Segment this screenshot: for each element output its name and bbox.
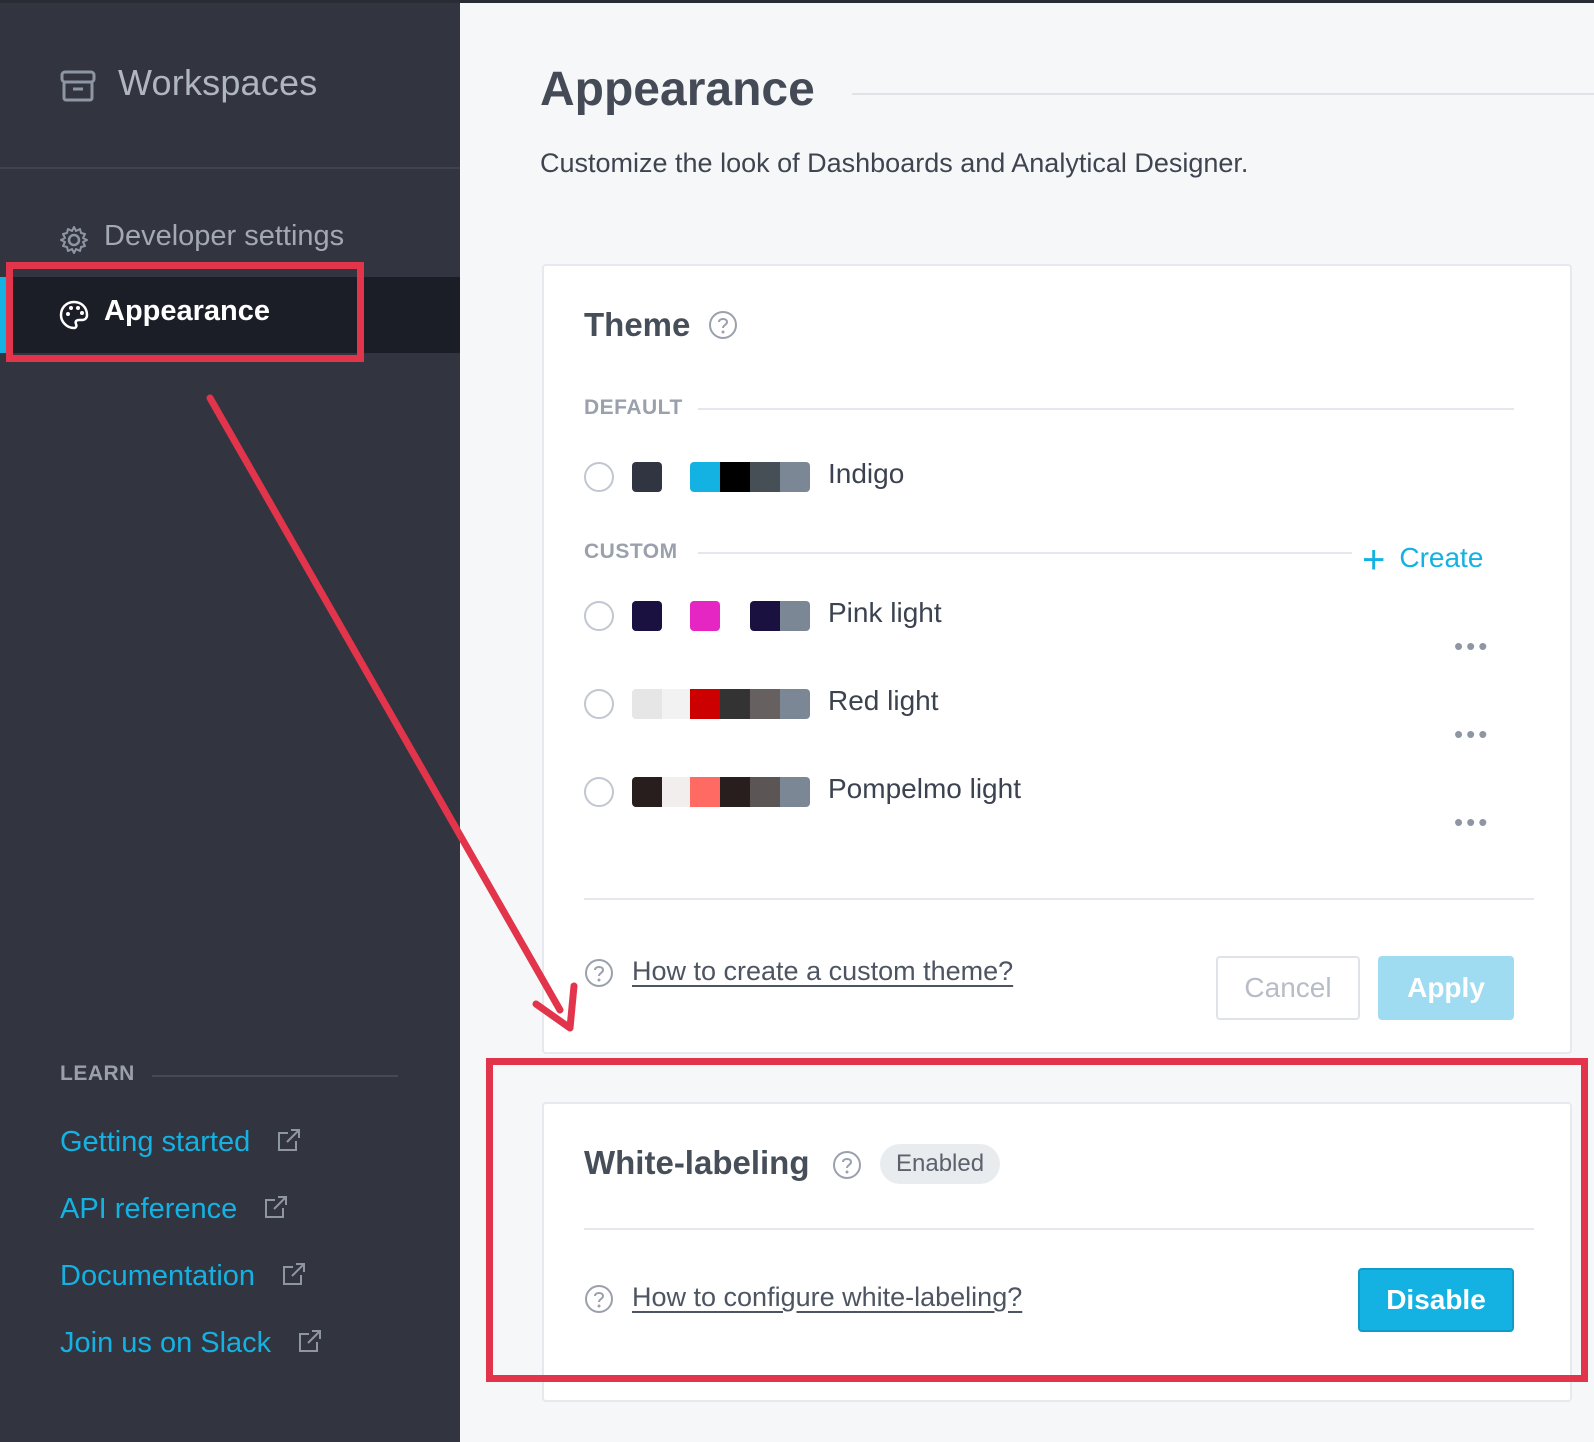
theme-option-pink-light[interactable]: Pink light ••• — [584, 593, 1534, 659]
disable-button[interactable]: Disable — [1358, 1268, 1514, 1332]
learn-link-label: Join us on Slack — [60, 1327, 272, 1359]
learn-link-join-slack[interactable]: Join us on Slack — [60, 1327, 323, 1360]
main-content: Appearance Customize the look of Dashboa… — [460, 0, 1594, 1442]
help-icon — [585, 1285, 613, 1313]
palette-swatch — [750, 689, 780, 719]
theme-name: Pompelmo light — [828, 773, 1021, 804]
palette-swatch — [780, 462, 810, 492]
palette-swatch — [720, 689, 750, 719]
active-indicator — [0, 277, 7, 353]
primary-swatch — [632, 601, 662, 631]
palette-swatch — [690, 689, 720, 719]
primary-swatch — [632, 462, 662, 492]
custom-section-label: CUSTOM — [584, 540, 678, 563]
gear-icon — [60, 226, 88, 254]
theme-name: Indigo — [828, 458, 905, 489]
default-section-label: DEFAULT — [584, 396, 683, 419]
theme-radio[interactable] — [584, 777, 614, 807]
theme-name: Pink light — [828, 597, 942, 628]
default-divider — [698, 408, 1514, 410]
palette-swatch — [750, 601, 780, 631]
learn-link-documentation[interactable]: Documentation — [60, 1260, 307, 1293]
sidebar-item-developer-settings[interactable]: Developer settings — [0, 202, 460, 278]
window-top-edge — [0, 0, 1594, 3]
learn-link-api-reference[interactable]: API reference — [60, 1193, 289, 1226]
more-options-icon[interactable]: ••• — [1454, 809, 1490, 835]
primary-swatch — [632, 689, 662, 719]
sidebar-header: Workspaces — [0, 0, 460, 169]
palette-swatch — [750, 777, 780, 807]
theme-radio[interactable] — [584, 462, 614, 492]
theme-option-pompelmo-light[interactable]: Pompelmo light ••• — [584, 769, 1534, 835]
white-labeling-divider — [584, 1228, 1534, 1230]
learn-divider — [152, 1075, 398, 1077]
custom-divider — [698, 552, 1352, 554]
palette-swatch — [780, 601, 810, 631]
page-title: Appearance — [540, 63, 815, 116]
create-theme-button[interactable]: + Create — [1362, 538, 1483, 583]
primary-swatch — [632, 777, 662, 807]
palette-icon — [59, 300, 89, 330]
palette-swatch — [690, 462, 720, 492]
workspaces-link[interactable]: Workspaces — [118, 62, 317, 104]
palette-swatch — [662, 777, 692, 807]
palette-swatch — [690, 777, 720, 807]
plus-icon: + — [1362, 538, 1386, 582]
theme-name: Red light — [828, 685, 939, 716]
status-badge: Enabled — [880, 1144, 1001, 1184]
page-subtitle: Customize the look of Dashboards and Ana… — [540, 148, 1249, 178]
white-labeling-card: White-labeling Enabled How to configure … — [542, 1102, 1572, 1402]
create-label: Create — [1399, 542, 1484, 573]
app-frame: Workspaces Developer settings Appearance… — [0, 0, 1594, 1442]
theme-radio[interactable] — [584, 601, 614, 631]
theme-radio[interactable] — [584, 689, 614, 719]
theme-option-red-light[interactable]: Red light ••• — [584, 681, 1534, 747]
palette-swatch — [750, 462, 780, 492]
help-icon[interactable] — [708, 310, 738, 340]
help-icon — [585, 959, 613, 987]
sidebar-item-appearance[interactable]: Appearance — [0, 277, 460, 353]
palette-swatch — [780, 777, 810, 807]
palette-swatch — [720, 462, 750, 492]
learn-link-label: Getting started — [60, 1126, 251, 1158]
sidebar: Workspaces Developer settings Appearance… — [0, 0, 460, 1442]
theme-card-title: Theme — [584, 306, 691, 343]
theme-footer-divider — [584, 898, 1534, 900]
learn-link-label: Documentation — [60, 1260, 256, 1292]
palette-swatch — [690, 601, 720, 631]
title-divider — [852, 93, 1594, 95]
external-link-icon — [278, 1129, 301, 1151]
white-labeling-title: White-labeling — [584, 1144, 810, 1181]
learn-link-label: API reference — [60, 1193, 238, 1225]
external-link-icon — [299, 1330, 322, 1352]
custom-theme-help-link[interactable]: How to create a custom theme? — [632, 956, 1013, 987]
more-options-icon[interactable]: ••• — [1454, 633, 1490, 659]
palette-swatch — [780, 689, 810, 719]
external-link-icon — [283, 1263, 306, 1285]
archive-box-icon — [60, 70, 96, 102]
more-options-icon[interactable]: ••• — [1454, 721, 1490, 747]
cancel-button[interactable]: Cancel — [1216, 956, 1360, 1020]
palette-swatch — [662, 689, 692, 719]
theme-card: Theme DEFAULT Indigo CUSTOM + Create Pin… — [542, 264, 1572, 1054]
help-icon[interactable] — [832, 1150, 862, 1180]
learn-link-getting-started[interactable]: Getting started — [60, 1126, 302, 1159]
external-link-icon — [265, 1196, 288, 1218]
palette-swatch — [720, 777, 750, 807]
sidebar-item-label: Developer settings — [104, 220, 345, 252]
apply-button[interactable]: Apply — [1378, 956, 1514, 1020]
theme-option-indigo[interactable]: Indigo — [584, 454, 1534, 504]
white-labeling-help-link[interactable]: How to configure white-labeling? — [632, 1282, 1022, 1313]
sidebar-item-label: Appearance — [104, 295, 271, 327]
learn-heading: LEARN — [60, 1062, 135, 1085]
